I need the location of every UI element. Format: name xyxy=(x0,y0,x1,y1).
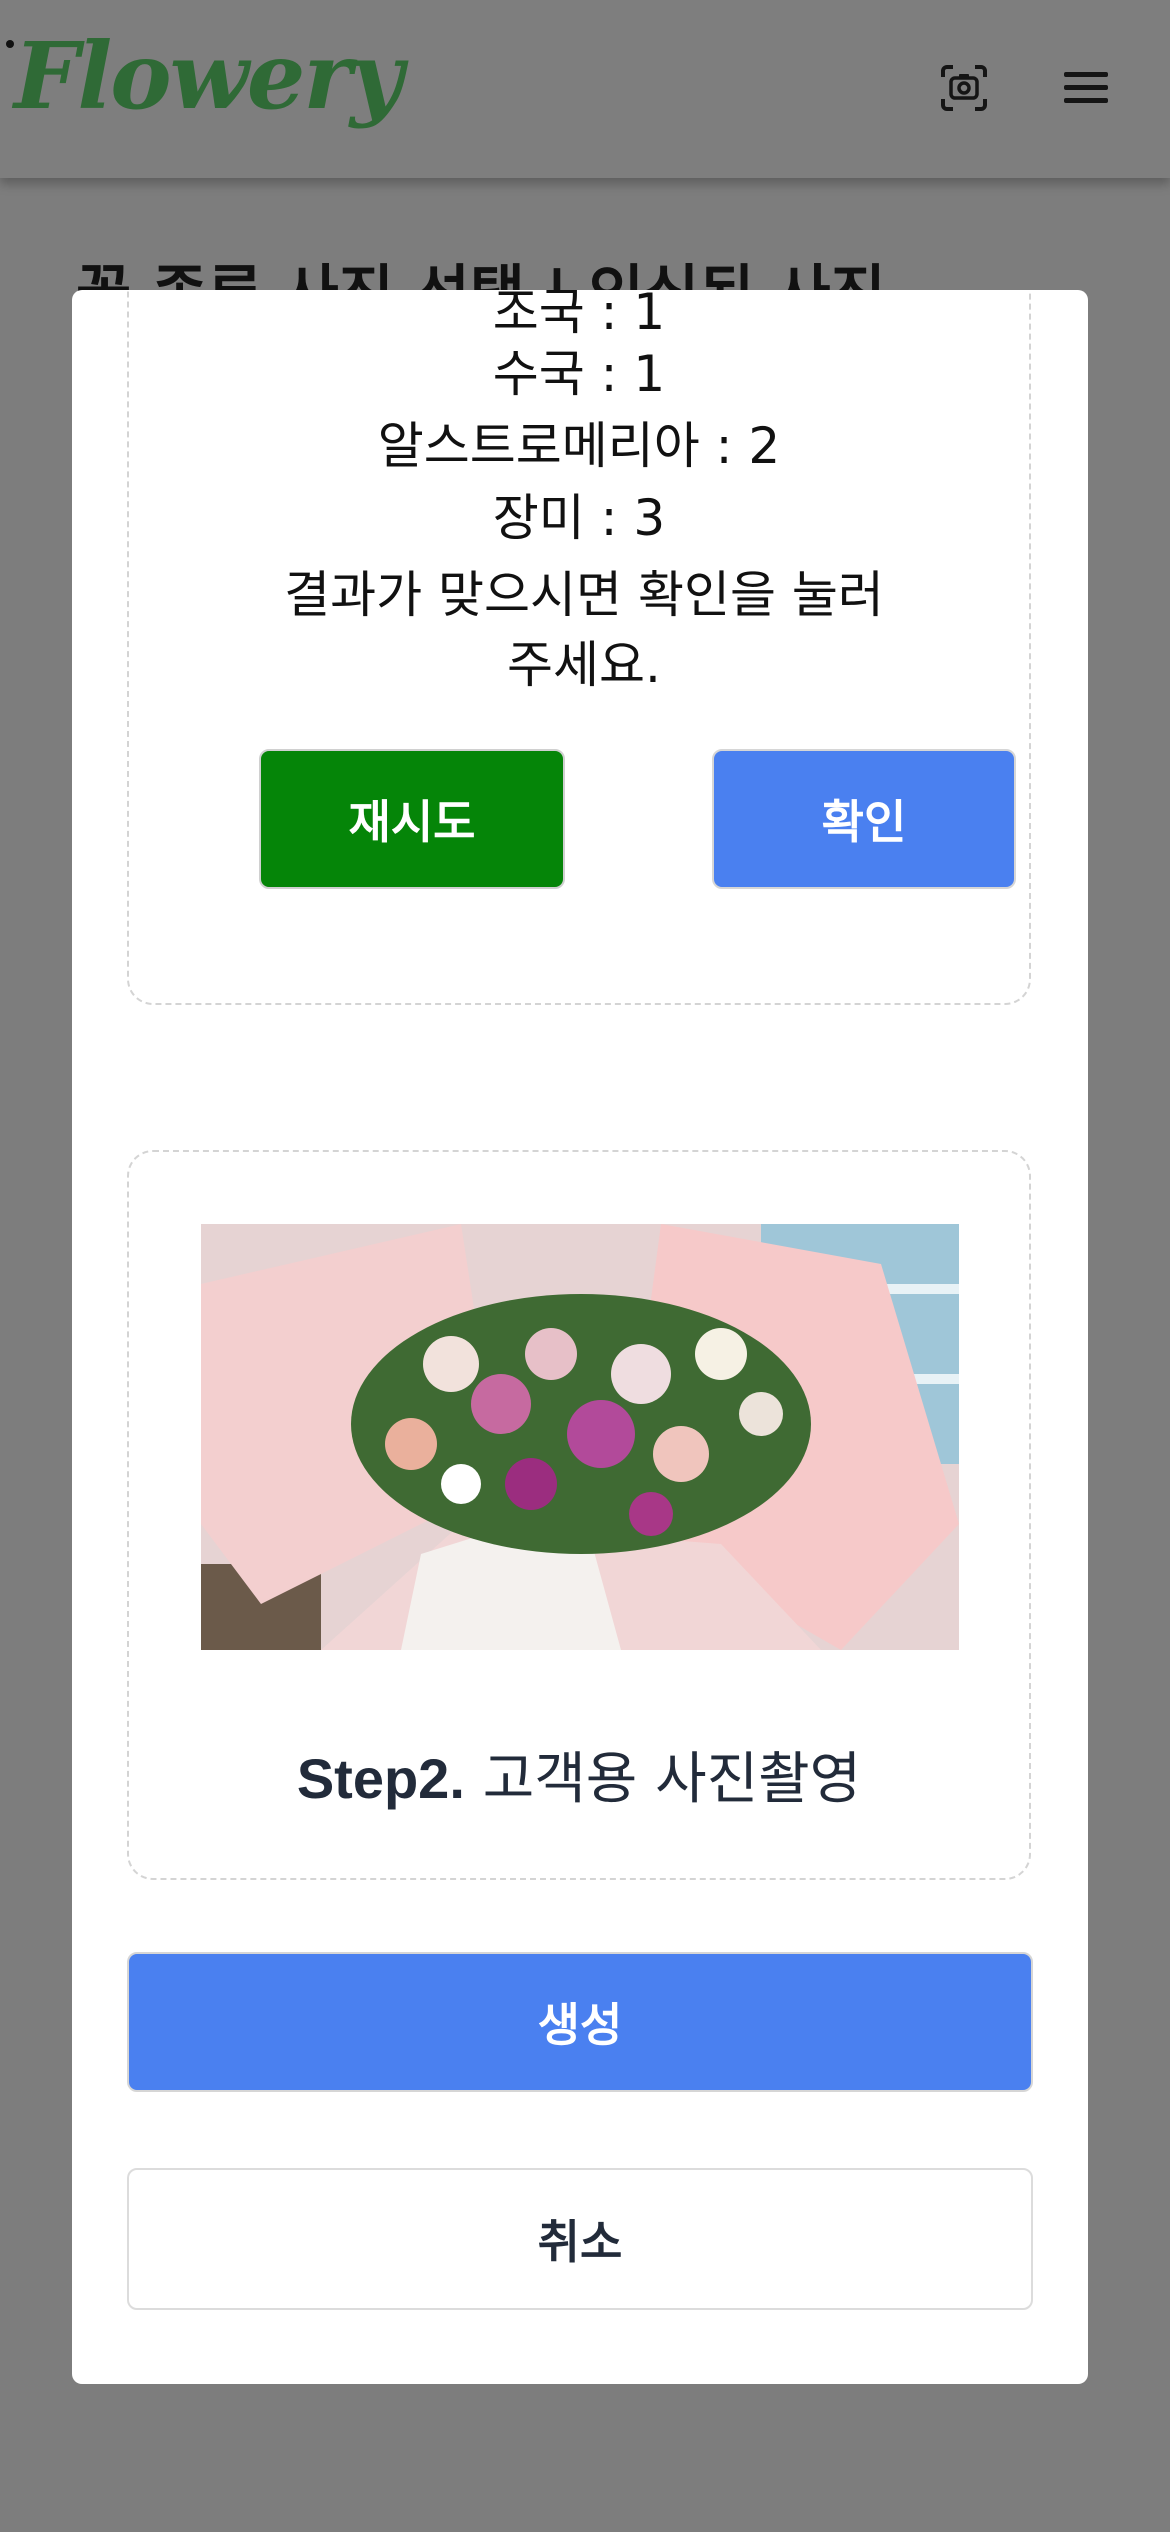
app-header: Flowery xyxy=(0,0,1170,178)
step2-number: Step2. xyxy=(296,1747,465,1810)
camera-scan-icon[interactable] xyxy=(936,60,992,116)
result-modal: 조국 : 1 수국 : 1 알스트로메리아 : 2 장미 : 3 결과가 맞으시… xyxy=(72,290,1088,2384)
step2-card: Step2. 고객용 사진촬영 xyxy=(127,1150,1031,1880)
step2-label: Step2. 고객용 사진촬영 xyxy=(129,1734,1029,1815)
confirm-button[interactable]: 확인 xyxy=(712,749,1016,889)
flower-count-item: 알스트로메리아 : 2 xyxy=(377,417,781,475)
menu-icon[interactable] xyxy=(1058,60,1114,116)
app-logo[interactable]: Flowery xyxy=(14,22,403,130)
page-title: 꽃 종류 사진 선택 | 인식된 사진 xyxy=(76,262,1076,292)
flower-count-item: 장미 : 3 xyxy=(492,489,666,547)
step2-text: 고객용 사진촬영 xyxy=(482,1747,862,1812)
bouquet-photo xyxy=(201,1224,959,1650)
flower-count-item: 수국 : 1 xyxy=(492,345,666,403)
confirm-message: 결과가 맞으시면 확인을 눌러주세요. xyxy=(284,566,884,694)
cancel-button[interactable]: 취소 xyxy=(127,2168,1033,2310)
recognition-result-card: 조국 : 1 수국 : 1 알스트로메리아 : 2 장미 : 3 결과가 맞으시… xyxy=(127,290,1031,1005)
create-button[interactable]: 생성 xyxy=(127,1952,1033,2092)
flower-count-item: 조국 : 1 xyxy=(492,290,666,341)
logo-dot xyxy=(6,40,14,48)
retry-button[interactable]: 재시도 xyxy=(259,749,565,889)
